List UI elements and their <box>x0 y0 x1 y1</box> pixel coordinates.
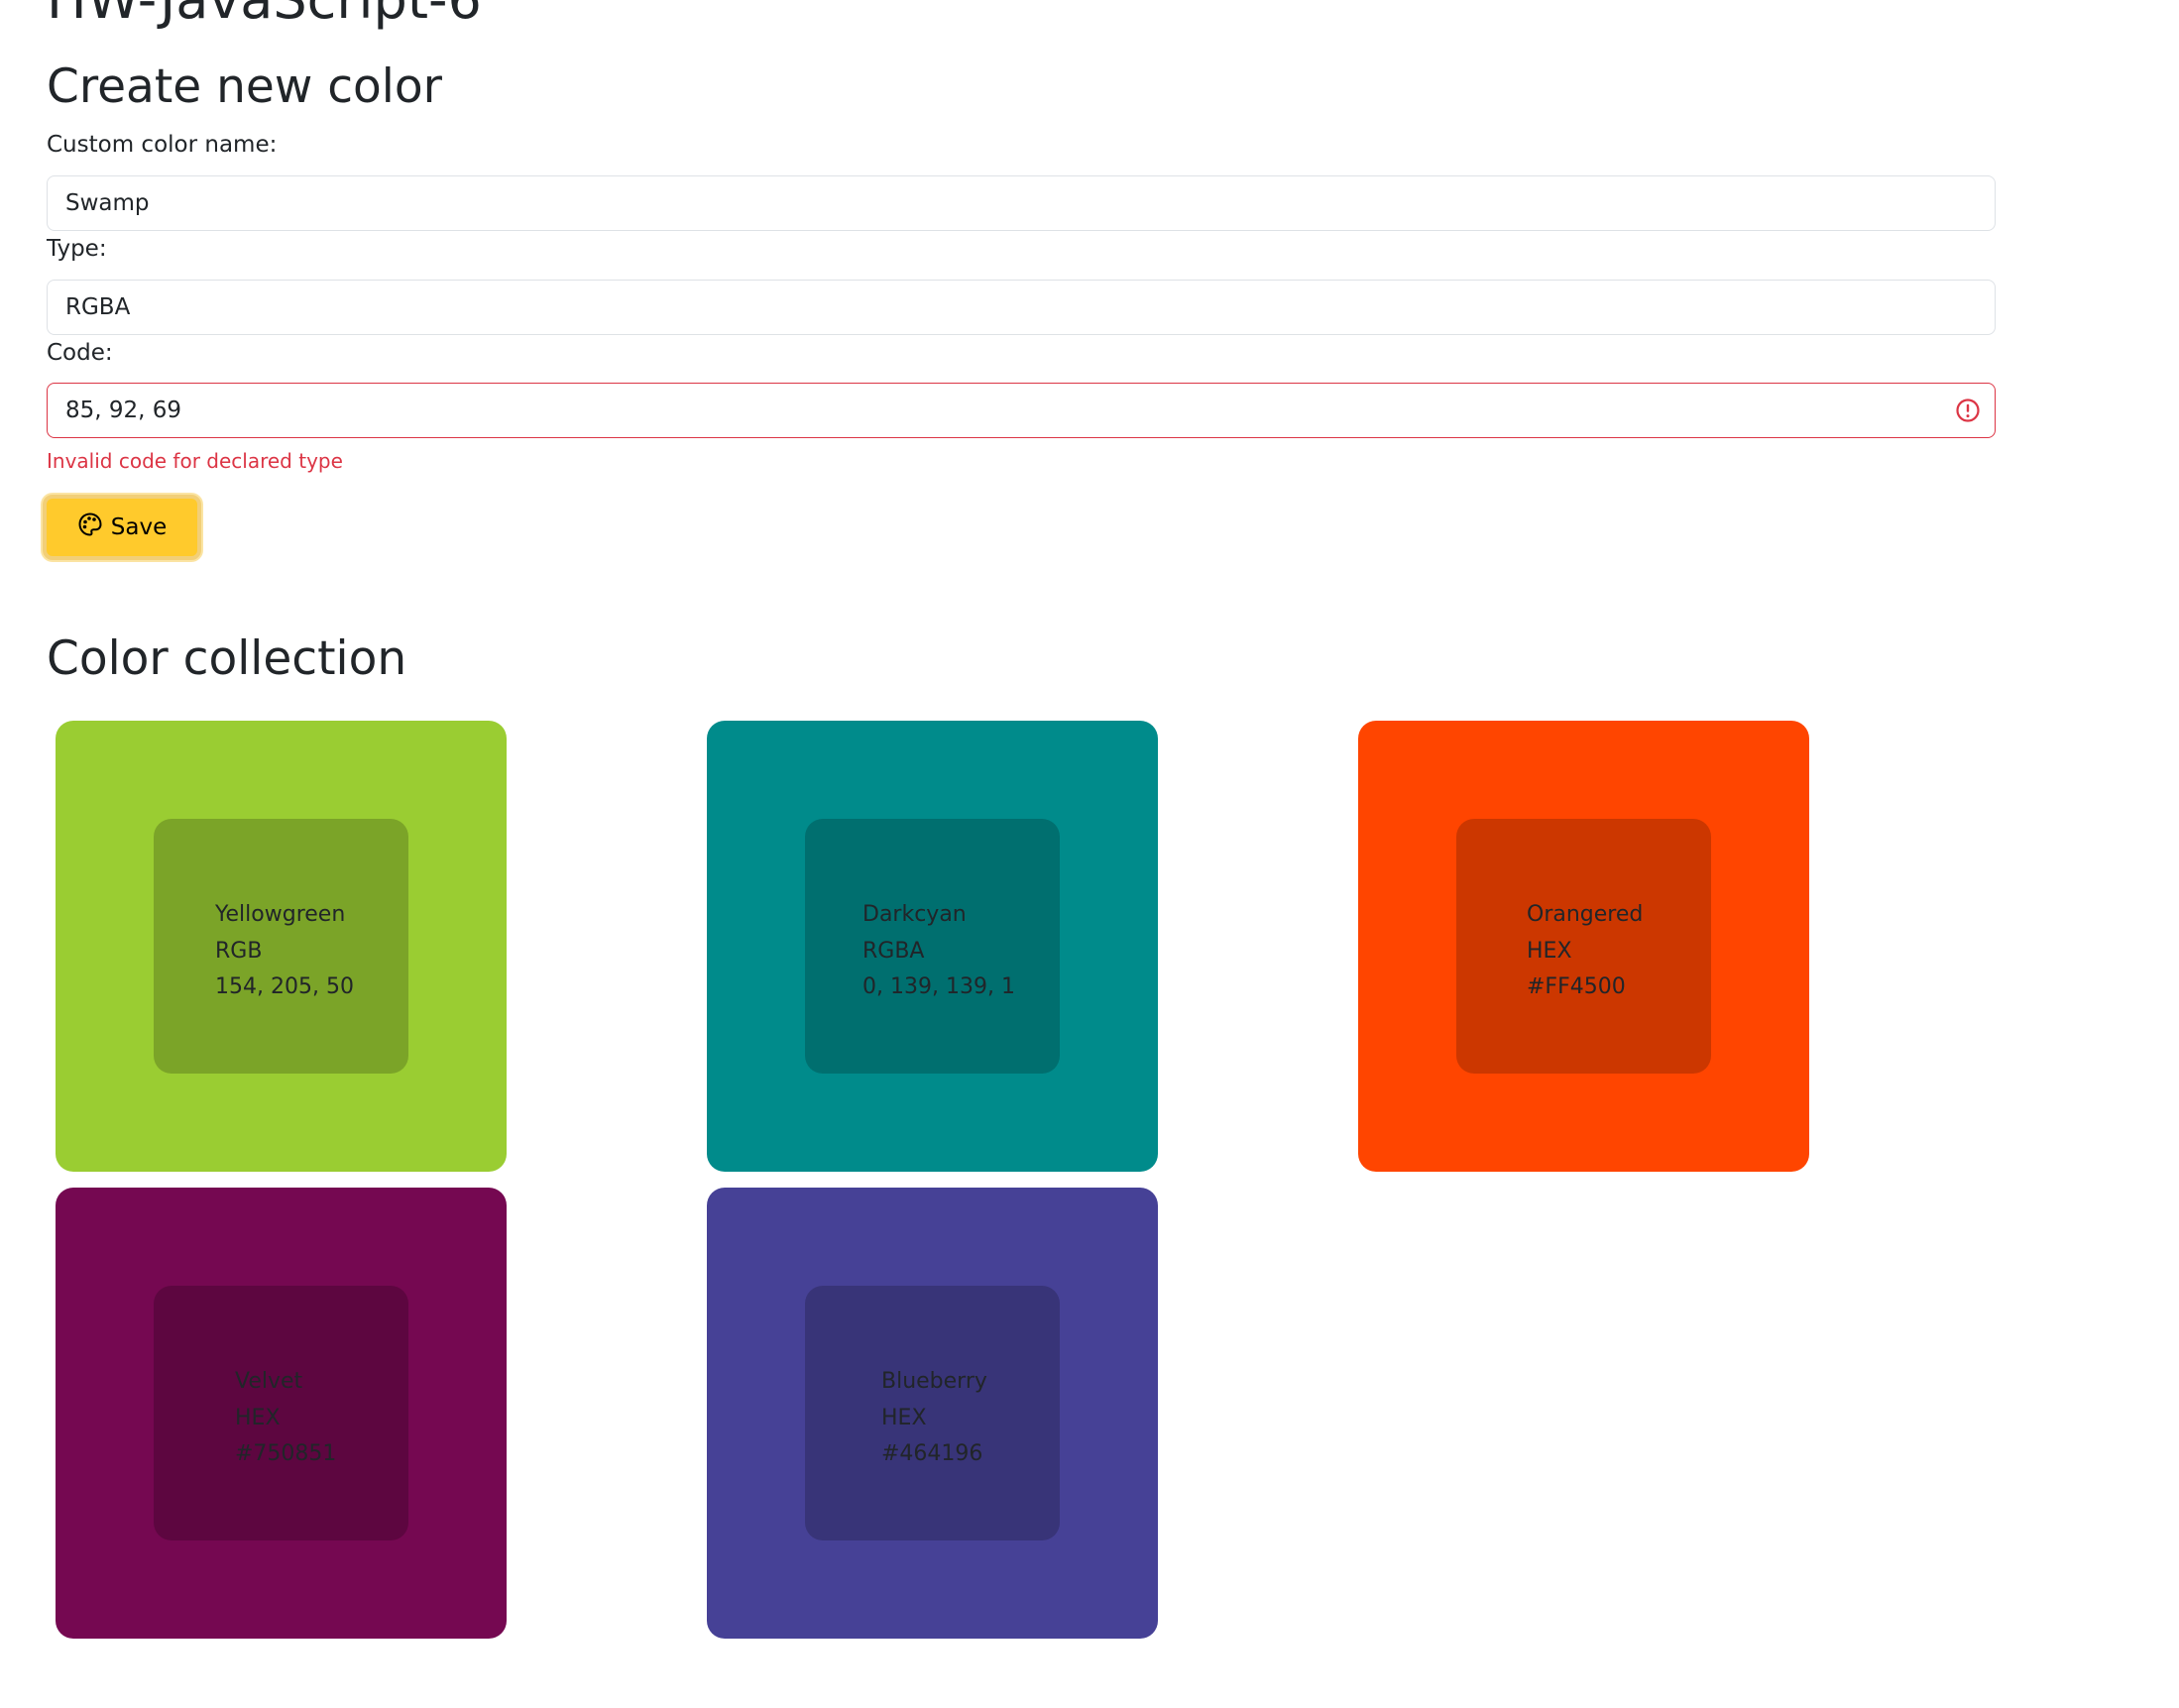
app-title: HW-JavaScript-6 <box>47 0 482 32</box>
save-button-label: Save <box>110 514 168 540</box>
color-card-darkcyan: Darkcyan RGBA 0, 139, 139, 1 <box>707 721 1158 1172</box>
color-card-info: Yellowgreen RGB 154, 205, 50 <box>215 897 354 1006</box>
color-card-info: Blueberry HEX #464196 <box>881 1364 987 1473</box>
color-card-velvet: Velvet HEX #750851 <box>56 1188 507 1639</box>
color-card-info: Velvet HEX #750851 <box>235 1364 336 1473</box>
page: HW-JavaScript-6 Create new color Custom … <box>0 0 2179 1708</box>
color-type: HEX <box>881 1405 927 1430</box>
color-type: RGB <box>215 938 263 964</box>
color-code: 154, 205, 50 <box>215 974 354 999</box>
palette-icon <box>77 512 103 543</box>
color-type: HEX <box>235 1405 281 1430</box>
color-name: Orangered <box>1527 902 1644 927</box>
type-label: Type: <box>47 236 107 262</box>
color-code: 0, 139, 139, 1 <box>862 974 1015 999</box>
color-card-info: Darkcyan RGBA 0, 139, 139, 1 <box>862 897 1015 1006</box>
save-button[interactable]: Save <box>43 495 201 560</box>
color-card-info: Orangered HEX #FF4500 <box>1527 897 1643 1006</box>
collection-title: Color collection <box>47 631 407 686</box>
color-name: Velvet <box>235 1369 303 1394</box>
custom-color-name-label: Custom color name: <box>47 132 278 158</box>
color-name: Blueberry <box>881 1369 987 1394</box>
color-card-yellowgreen: Yellowgreen RGB 154, 205, 50 <box>56 721 507 1172</box>
custom-color-name-input[interactable] <box>47 175 1996 231</box>
color-name: Darkcyan <box>862 902 967 927</box>
code-input[interactable] <box>47 383 1996 438</box>
color-type: HEX <box>1527 938 1572 964</box>
color-card-orangered: Orangered HEX #FF4500 <box>1358 721 1809 1172</box>
exclamation-circle-icon <box>1955 398 1981 423</box>
color-name: Yellowgreen <box>215 902 346 927</box>
color-code: #FF4500 <box>1527 974 1626 999</box>
form-title: Create new color <box>47 59 442 114</box>
code-label: Code: <box>47 340 113 366</box>
color-type: RGBA <box>862 938 925 964</box>
color-code: #464196 <box>881 1441 983 1466</box>
code-error-message: Invalid code for declared type <box>47 449 343 473</box>
color-code: #750851 <box>235 1441 337 1466</box>
color-card-blueberry: Blueberry HEX #464196 <box>707 1188 1158 1639</box>
type-input[interactable] <box>47 280 1996 335</box>
